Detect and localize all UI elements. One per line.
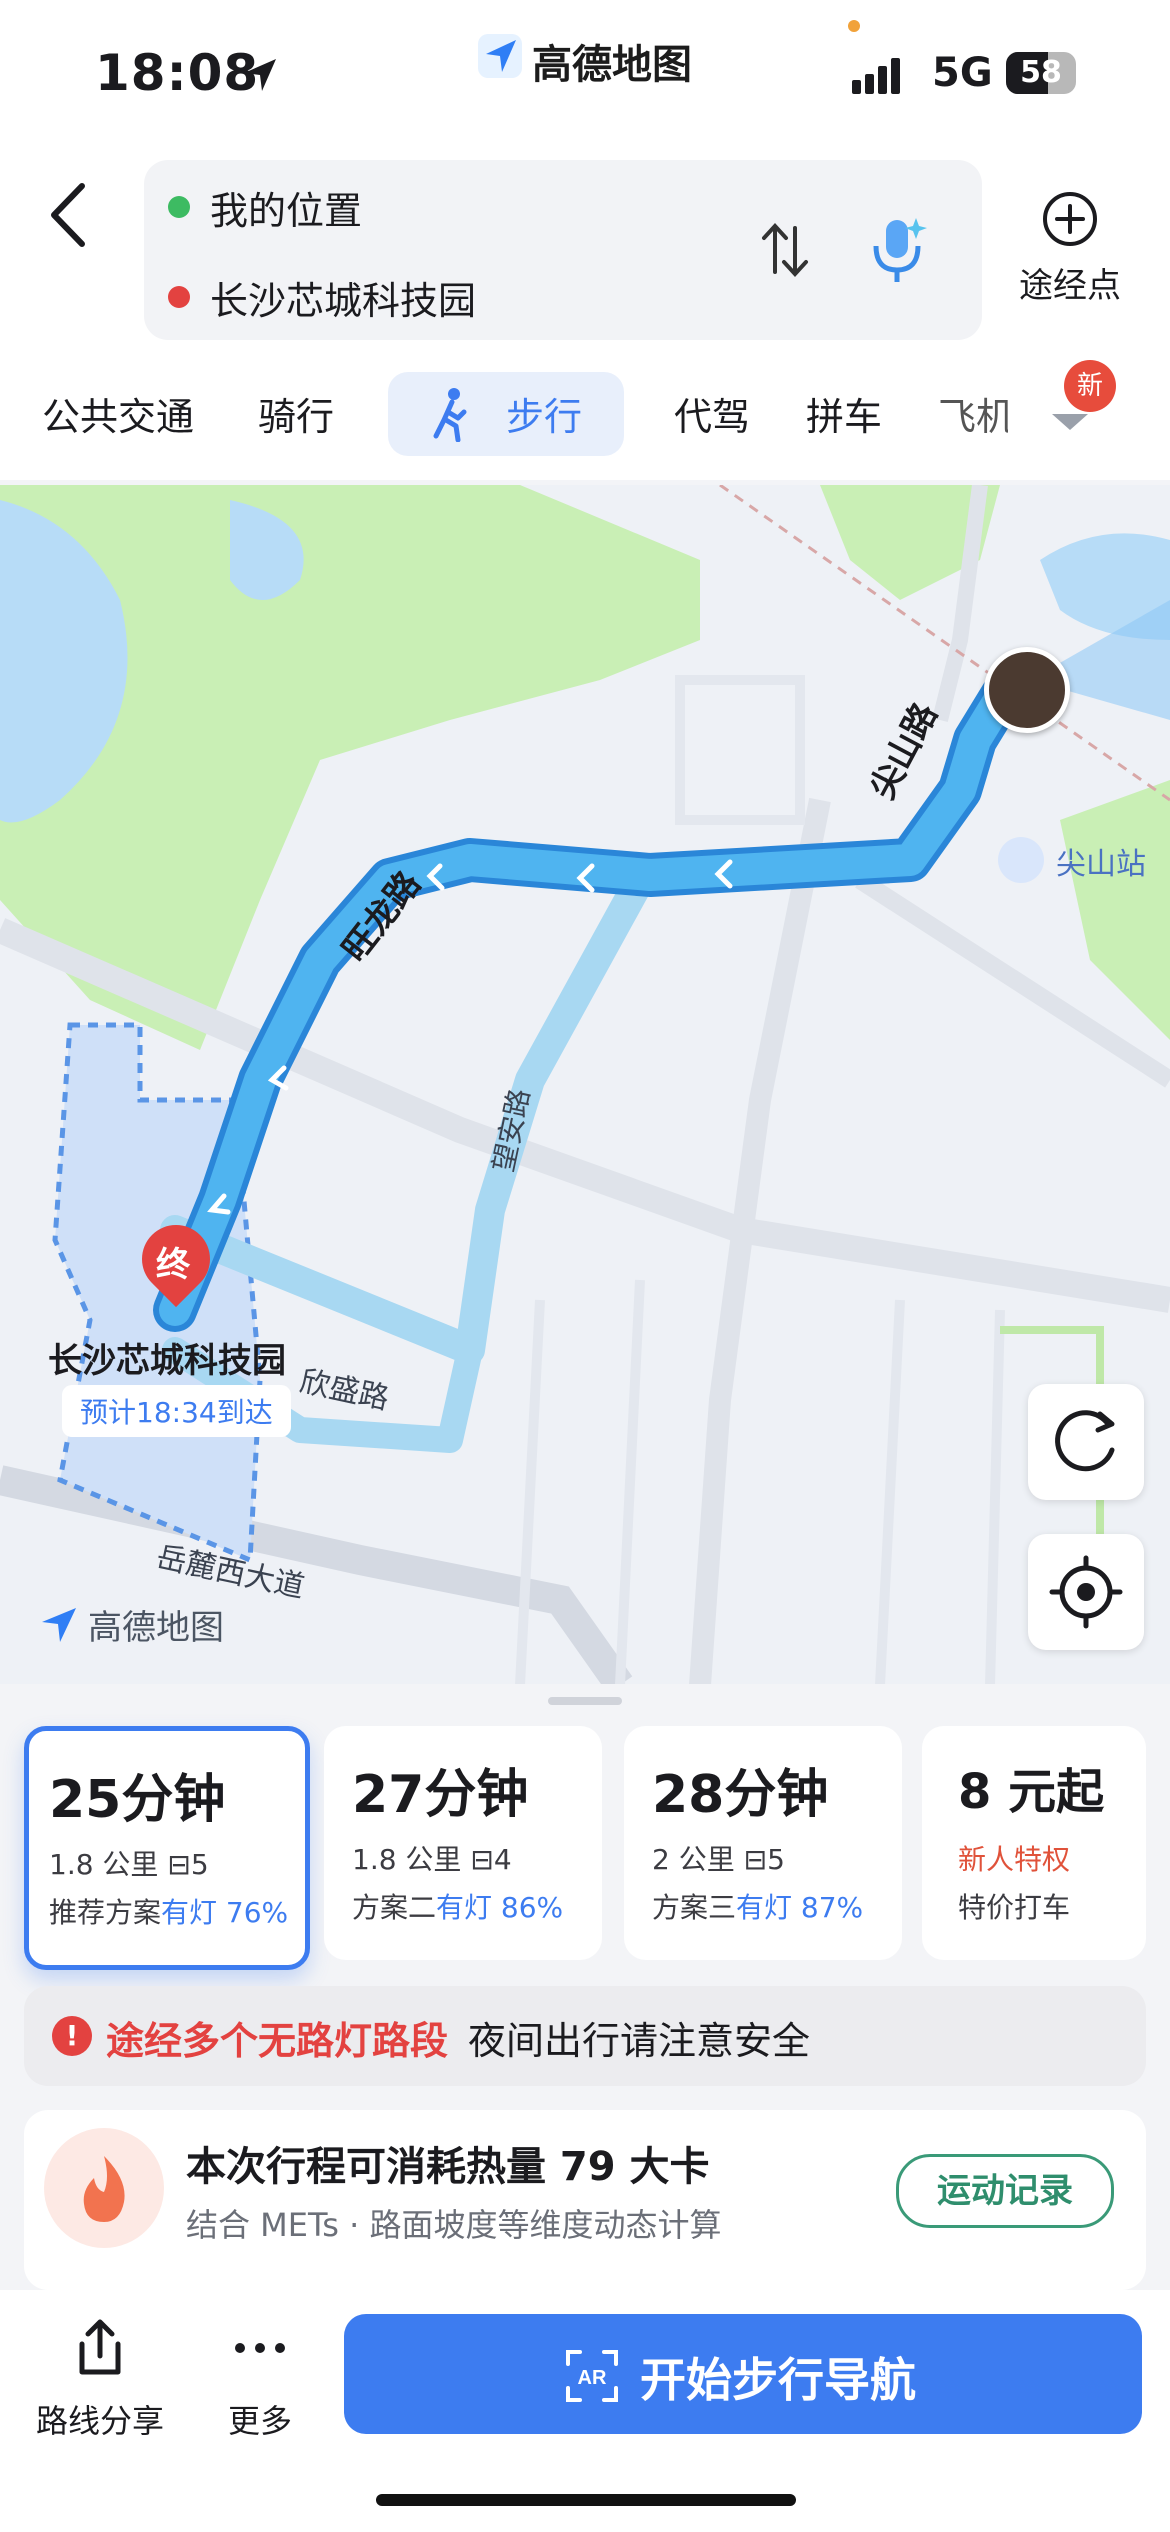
- app-logo-text: 高德地图: [532, 42, 692, 88]
- refresh-icon: [1055, 1410, 1115, 1472]
- signal-icon: [852, 58, 900, 94]
- tab-carpool[interactable]: 拼车: [806, 386, 882, 441]
- calorie-title: 本次行程可消耗热量 79 大卡: [186, 2144, 710, 2190]
- tab-designated-driver[interactable]: 代驾: [674, 386, 750, 441]
- tab-transit[interactable]: 公共交通: [42, 386, 194, 441]
- tabs-expand-icon[interactable]: [1048, 410, 1092, 434]
- plan-distance-line: 1.8 公里 ⊟4: [352, 1838, 512, 1878]
- refresh-button[interactable]: [1028, 1384, 1144, 1500]
- plan-label: 方案二: [352, 1891, 437, 1924]
- battery-level: 58: [1020, 55, 1062, 90]
- swap-icon[interactable]: [760, 220, 810, 280]
- back-icon[interactable]: [44, 180, 94, 250]
- traffic-light-icon: ⊟: [470, 1843, 494, 1876]
- plan-time: 25分钟: [49, 1770, 226, 1830]
- taxi-sub: 特价打车: [958, 1891, 1071, 1924]
- new-badge: 新: [1064, 360, 1116, 412]
- plan-distance-line: 2 公里 ⊟5: [652, 1838, 785, 1878]
- plan-label: 方案三: [652, 1891, 737, 1924]
- home-indicator[interactable]: [376, 2494, 796, 2506]
- station-icon: [998, 837, 1044, 883]
- exercise-record-button[interactable]: 运动记录: [896, 2154, 1114, 2228]
- share-route-button[interactable]: 路线分享: [30, 2316, 170, 2442]
- share-label: 路线分享: [35, 2402, 164, 2440]
- svg-text:AR: AR: [578, 2367, 607, 2389]
- plan-lit: 有灯 87%: [736, 1891, 864, 1924]
- voice-input-icon[interactable]: [866, 214, 930, 286]
- more-button[interactable]: 更多: [200, 2316, 320, 2442]
- traffic-light-icon: ⊟: [167, 1848, 191, 1881]
- plan-lit: 有灯 86%: [436, 1891, 564, 1924]
- tab-flight[interactable]: 飞机: [938, 386, 1008, 441]
- origin-dot-icon: [168, 196, 190, 218]
- plan-desc: 推荐方案有灯 76%: [49, 1891, 288, 1931]
- add-waypoint-button[interactable]: 途经点: [1010, 190, 1130, 307]
- plan-distance: 1.8 公里: [49, 1848, 159, 1881]
- network-type: 5G: [932, 50, 993, 96]
- taxi-price: 8 元起: [958, 1764, 1105, 1820]
- share-icon: [79, 2319, 121, 2375]
- plan-lights: 4: [493, 1843, 512, 1876]
- walk-icon: [433, 388, 467, 442]
- plan-lights: 5: [767, 1843, 785, 1876]
- drag-handle[interactable]: [548, 1697, 622, 1705]
- eta-label: 预计18:34到达: [62, 1385, 291, 1437]
- plan-distance-line: 1.8 公里 ⊟5: [49, 1843, 209, 1883]
- map-logo-text: 高德地图: [88, 1608, 224, 1648]
- taxi-promo: 新人特权: [958, 1843, 1071, 1876]
- plan-lights: 5: [190, 1848, 209, 1881]
- privacy-indicator: [848, 20, 860, 32]
- status-time: 18:08: [95, 44, 260, 102]
- plan-desc: 方案二有灯 86%: [352, 1886, 563, 1926]
- start-label: 开始步行导航: [640, 2353, 916, 2407]
- map-view[interactable]: 旺龙路 尖山路 望安路 欣盛路 岳麓西大道 尖山站 终 长沙芯城科技园 预计18…: [0, 485, 1170, 1685]
- plan-distance: 2 公里: [652, 1843, 735, 1876]
- destination-name[interactable]: 长沙芯城科技园: [48, 1333, 286, 1382]
- traffic-light-icon: ⊟: [743, 1843, 768, 1876]
- warning-text: 夜间出行请注意安全: [468, 2019, 811, 2063]
- locate-button[interactable]: [1028, 1534, 1144, 1650]
- plan-distance: 1.8 公里: [352, 1843, 462, 1876]
- plan-time: 28分钟: [652, 1765, 829, 1825]
- calorie-subtitle: 结合 METs · 路面坡度等维度动态计算: [186, 2206, 722, 2244]
- ar-icon: AR: [566, 2350, 618, 2402]
- battery-icon: 58: [1006, 52, 1076, 94]
- amap-logo-icon: [478, 34, 522, 78]
- destination-field[interactable]: 长沙芯城科技园: [210, 270, 476, 325]
- destination-dot-icon: [168, 286, 190, 308]
- plan-time: 27分钟: [352, 1765, 529, 1825]
- start-walk-navigation-button[interactable]: AR 开始步行导航: [344, 2314, 1142, 2434]
- plus-circle-icon: [1043, 192, 1097, 246]
- more-icon: [235, 2343, 285, 2353]
- plan-card-1[interactable]: 25分钟 1.8 公里 ⊟5 推荐方案有灯 76%: [24, 1726, 310, 1970]
- warning-icon: !: [52, 2016, 92, 2056]
- tab-bike[interactable]: 骑行: [258, 386, 334, 441]
- plan-lit: 有灯 76%: [161, 1896, 289, 1929]
- origin-field[interactable]: 我的位置: [210, 180, 362, 235]
- waypoint-label: 途经点: [1019, 266, 1121, 306]
- fire-icon: [44, 2128, 164, 2248]
- plan-label: 推荐方案: [49, 1896, 162, 1929]
- station-label[interactable]: 尖山站: [1056, 839, 1146, 883]
- plan-card-3[interactable]: 28分钟 2 公里 ⊟5 方案三有灯 87%: [624, 1726, 902, 1960]
- warning-highlight: 途经多个无路灯路段: [106, 2019, 449, 2063]
- location-arrow-icon: [244, 59, 276, 91]
- avatar[interactable]: [984, 647, 1070, 733]
- map-logo-icon: [42, 1608, 76, 1642]
- end-marker-label: 终: [156, 1245, 190, 1285]
- plan-card-2[interactable]: 27分钟 1.8 公里 ⊟4 方案二有灯 86%: [324, 1726, 602, 1960]
- taxi-card[interactable]: 8 元起 新人特权 特价打车: [922, 1726, 1146, 1960]
- plan-desc: 方案三有灯 87%: [652, 1886, 863, 1926]
- tab-walk[interactable]: 步行: [506, 386, 582, 441]
- mode-tabs: 公共交通 骑行 步行 代驾 拼车 飞机: [0, 360, 1170, 470]
- more-label: 更多: [227, 2402, 292, 2440]
- crosshair-icon: [1049, 1555, 1123, 1629]
